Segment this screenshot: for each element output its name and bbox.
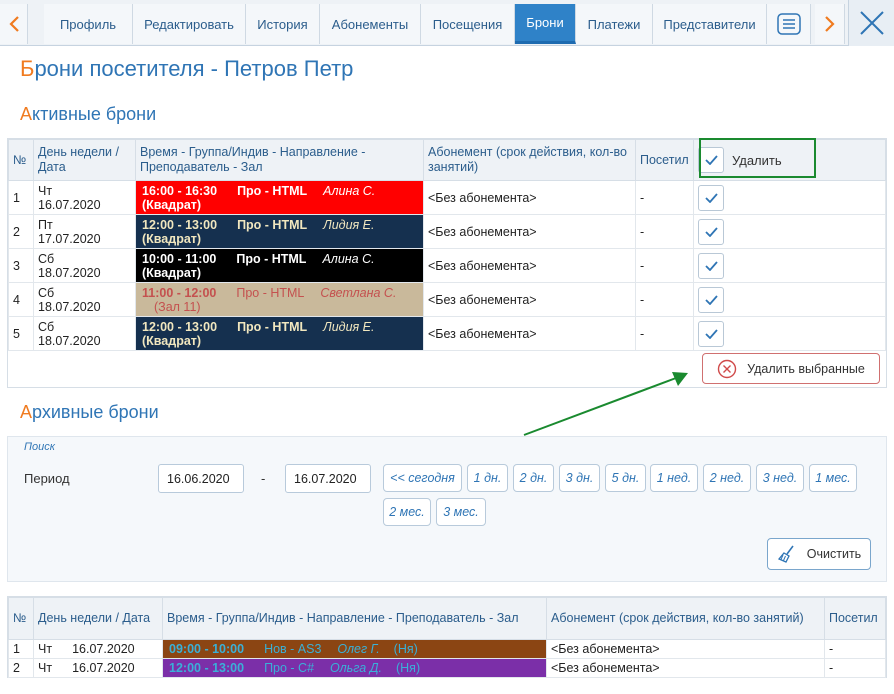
close-icon [859,11,884,35]
circle-x-icon [717,359,737,378]
archive-bookings-panel: № День недели / Дата Время - Группа/Инди… [7,596,887,678]
delete-selected-button[interactable]: Удалить выбранные [702,353,880,384]
period-1w-button[interactable]: 1 нед. [650,464,698,492]
lesson-cell: 11:00 - 12:00 Про - HTML Светлана С. (Зал … [135,282,424,317]
tabs-prev-button[interactable] [0,4,28,44]
period-5d-button[interactable]: 5 дн. [605,464,646,492]
header-time: Время - Группа/Индив - Направление - Пре… [135,139,424,181]
lesson-cell: 10:00 - 11:00 Про - HTML Алина С. (Квадрат… [135,248,424,283]
period-2d-button[interactable]: 2 дн. [513,464,554,492]
tab-subscriptions[interactable]: Абонементы [320,4,421,44]
archive-header-subscription: Абонемент (срок действия, кол-во занятий… [546,597,825,640]
period-3w-button[interactable]: 3 нед. [756,464,804,492]
period-1m-button[interactable]: 1 мес. [809,464,857,492]
lesson-cell: 12:00 - 13:00 Про - C# Ольга Д. (Ня) [162,658,547,678]
header-delete: Удалить [693,139,886,181]
tab-representatives[interactable]: Представители [653,4,767,44]
period-label: Период [24,471,70,486]
header-subscription: Абонемент (срок действия, кол-во занятий… [423,139,636,181]
period-2w-button[interactable]: 2 нед. [703,464,751,492]
search-title: Поиск [24,441,55,453]
tab-bookings[interactable]: Брони [515,4,576,44]
row-delete-checkbox[interactable] [698,320,724,347]
check-icon [704,328,718,339]
table-row: 1 Чт 16.07.2020 09:00 - 10:00 Нов - AS3 Оле… [8,639,886,659]
table-row: 1 Чт 16.07.2020 16:00 - 16:30 Про - HTML Ал… [8,180,886,215]
lesson-cell: 09:00 - 10:00 Нов - AS3 Олег Г. (Ня) [162,639,547,659]
chevron-left-icon [8,16,19,32]
lesson-cell: 12:00 - 13:00 Про - HTML Лидия Е. (Квадрат… [135,214,424,249]
row-delete-checkbox[interactable] [698,286,724,313]
table-row: 4 Сб 18.07.2020 11:00 - 12:00 Про - HTML Св… [8,282,886,317]
date-to-input[interactable] [285,464,371,493]
active-bookings-title: Активные брони [20,104,157,124]
table-row: 2 Пт 17.07.2020 12:00 - 13:00 Про - HTML Ли… [8,214,886,249]
header-day: День недели / Дата [33,139,136,181]
archive-header-day: День недели / Дата [33,597,163,640]
tab-history[interactable]: История [246,4,320,44]
date-from-input[interactable] [158,464,244,493]
tab-profile[interactable]: Профиль [44,4,133,44]
table-row: 5 Сб 18.07.2020 12:00 - 13:00 Про - HTML Ли… [8,316,886,351]
period-today-button[interactable]: << сегодня [383,464,462,492]
check-icon [704,260,718,271]
date-range-dash: - [261,471,266,486]
row-delete-checkbox[interactable] [698,184,724,211]
check-icon [704,192,718,203]
check-icon [704,294,718,305]
period-2m-button[interactable]: 2 мес. [383,498,431,526]
archive-bookings-title: Архивные брони [20,402,159,422]
tabs-menu-button[interactable] [767,4,811,44]
active-bookings-panel: № День недели / Дата Время - Группа/Инди… [7,138,887,388]
period-3m-button[interactable]: 3 мес. [436,498,486,526]
broom-icon [777,545,794,563]
menu-icon [776,13,801,35]
archive-header-visited: Посетил [824,597,886,640]
archive-bookings-table: № День недели / Дата Время - Группа/Инди… [8,597,886,678]
header-num: № [8,139,34,181]
table-row: 3 Сб 18.07.2020 10:00 - 11:00 Про - HTML Ал… [8,248,886,283]
lesson-cell: 16:00 - 16:30 Про - HTML Алина С. (Квадрат… [135,180,424,215]
period-3d-button[interactable]: 3 дн. [559,464,600,492]
close-button[interactable] [848,0,894,46]
tab-bar: Профиль Редактировать История Абонементы… [0,0,894,46]
period-1d-button[interactable]: 1 дн. [467,464,508,492]
check-icon [704,155,718,165]
tab-payments[interactable]: Платежи [576,4,653,44]
tab-edit[interactable]: Редактировать [133,4,246,44]
row-delete-checkbox[interactable] [698,218,724,245]
clear-button[interactable]: Очистить [767,538,871,570]
header-visited: Посетил [635,139,694,181]
lesson-cell: 12:00 - 13:00 Про - HTML Лидия Е. (Квадрат… [135,316,424,351]
select-all-checkbox[interactable] [698,147,724,173]
page-title: Брони посетителя - Петров Петр [20,56,354,81]
archive-header-num: № [8,597,34,640]
table-row: 2 Чт 16.07.2020 12:00 - 13:00 Про - C# Ольг… [8,658,886,678]
active-bookings-table: № День недели / Дата Время - Группа/Инди… [8,139,886,351]
tabs-next-button[interactable] [815,4,845,44]
archive-header-time: Время - Группа/Индив - Направление - Пре… [162,597,547,640]
tab-visits[interactable]: Посещения [421,4,515,44]
chevron-right-icon [824,16,835,32]
check-icon [704,226,718,237]
row-delete-checkbox[interactable] [698,252,724,279]
